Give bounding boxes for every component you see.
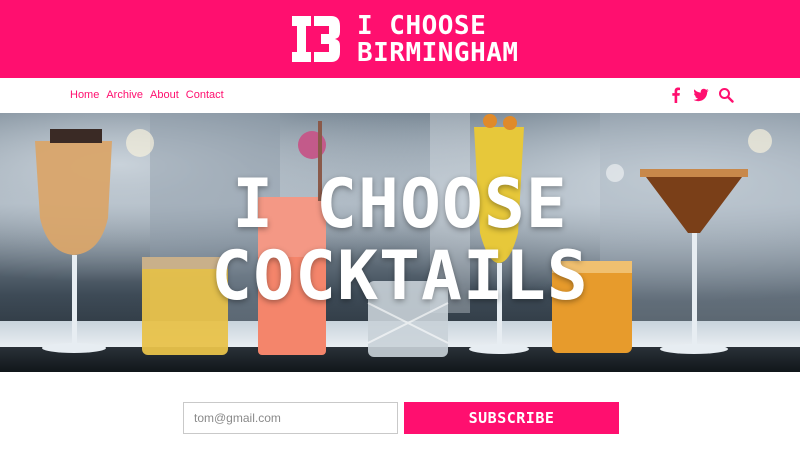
nav-item-about[interactable]: About <box>150 89 179 101</box>
email-field[interactable] <box>183 402 398 434</box>
logo-icon[interactable] <box>291 14 341 64</box>
nav-item-home[interactable]: Home <box>70 89 99 101</box>
hero-banner: I CHOOSE COCKTAILS <box>0 113 800 372</box>
nav-item-archive[interactable]: Archive <box>106 89 143 101</box>
hero-title-line1: I CHOOSE <box>232 165 568 244</box>
site-header: I CHOOSE BIRMINGHAM <box>0 0 800 78</box>
hero-title: I CHOOSE COCKTAILS <box>0 169 800 313</box>
facebook-icon[interactable] <box>668 87 684 103</box>
hero-title-line2: COCKTAILS <box>211 237 589 316</box>
social-links <box>668 87 734 103</box>
search-icon[interactable] <box>718 87 734 103</box>
site-title-line2: BIRMINGHAM <box>357 38 519 68</box>
site-title-line1: I CHOOSE <box>357 11 487 41</box>
nav-links: Home Archive About Contact <box>70 89 224 101</box>
main-nav: Home Archive About Contact <box>0 78 800 113</box>
subscribe-button[interactable]: SUBSCRIBE <box>404 402 619 434</box>
site-title[interactable]: I CHOOSE BIRMINGHAM <box>357 13 519 67</box>
nav-item-contact[interactable]: Contact <box>186 89 224 101</box>
twitter-icon[interactable] <box>693 87 709 103</box>
subscribe-section: SUBSCRIBE <box>0 372 800 450</box>
